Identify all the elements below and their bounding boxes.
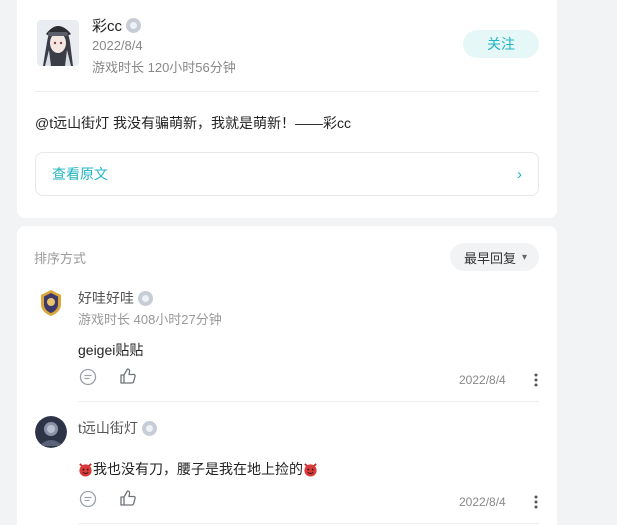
devil-emoji-icon — [79, 462, 92, 477]
replies-card: 排序方式 最早回复 ▾ 好哇好哇 游戏时长 408小时27分钟 geigei贴贴… — [17, 226, 557, 525]
more-icon[interactable] — [531, 494, 541, 510]
author-name[interactable]: 彩cc — [92, 15, 122, 36]
post-content: @t远山街灯 我没有骗萌新，我就是萌新！——彩cc — [35, 115, 351, 131]
comment-icon[interactable] — [78, 367, 98, 387]
badge-icon — [141, 420, 157, 436]
reply-content: geigei贴贴 — [78, 342, 144, 358]
reply-content: 我也没有刀，腰子是我在地上捡的 — [78, 459, 318, 479]
post-card: 彩cc 2022/8/4 游戏时长 120小时56分钟 关注 @t远山街灯 我没… — [17, 0, 557, 218]
chevron-down-icon: ▾ — [522, 251, 528, 263]
reply-date: 2022/8/4 — [459, 373, 506, 387]
chevron-right-icon: › — [517, 165, 522, 183]
post-date: 2022/8/4 — [92, 38, 143, 53]
reply-author-name[interactable]: t远山街灯 — [78, 418, 138, 438]
like-icon[interactable] — [118, 488, 138, 508]
like-icon[interactable] — [118, 366, 138, 386]
reply-name-line: t远山街灯 — [78, 418, 157, 438]
divider — [78, 523, 539, 524]
reply-playtime: 游戏时长 408小时27分钟 — [78, 312, 222, 327]
devil-emoji-icon — [304, 462, 317, 477]
sort-value: 最早回复 — [464, 250, 517, 266]
badge-icon — [138, 290, 153, 306]
divider — [78, 401, 539, 402]
follow-button[interactable]: 关注 — [463, 30, 539, 58]
sort-label: 排序方式 — [34, 251, 87, 266]
reply-author-name[interactable]: 好哇好哇 — [78, 288, 134, 308]
view-original-label: 查看原文 — [52, 166, 108, 182]
comment-icon[interactable] — [78, 489, 98, 509]
author-line: 彩cc — [92, 15, 142, 36]
author-playtime: 游戏时长 120小时56分钟 — [92, 60, 236, 75]
reply-content-text: 我也没有刀，腰子是我在地上捡的 — [93, 461, 303, 477]
badge-icon — [126, 18, 142, 33]
reply-name-line: 好哇好哇 — [78, 288, 153, 308]
view-original-button[interactable]: 查看原文 › — [35, 152, 539, 196]
sort-dropdown[interactable]: 最早回复 ▾ — [450, 243, 539, 271]
divider — [35, 91, 539, 92]
reply-date: 2022/8/4 — [459, 495, 506, 509]
reply-avatar[interactable] — [35, 286, 67, 318]
more-icon[interactable] — [531, 372, 541, 388]
reply-avatar[interactable] — [35, 416, 67, 448]
author-avatar[interactable] — [37, 20, 79, 66]
